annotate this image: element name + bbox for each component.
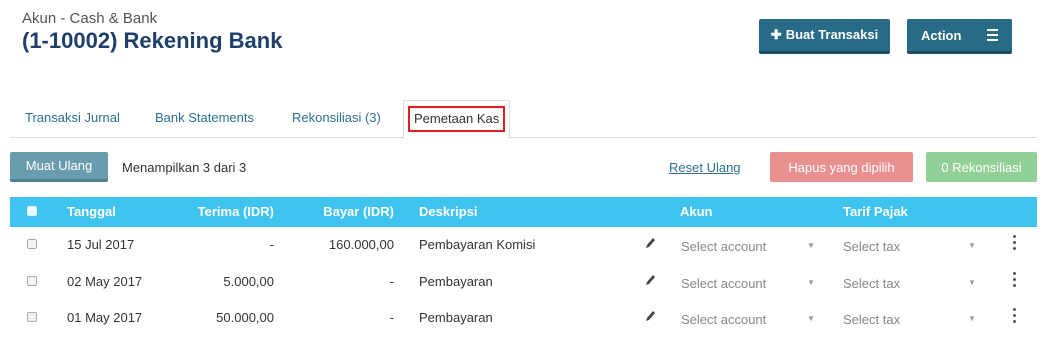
column-header-account: Akun xyxy=(680,204,713,219)
column-header-date: Tanggal xyxy=(67,204,116,219)
pencil-icon[interactable] xyxy=(644,309,656,323)
pencil-icon[interactable] xyxy=(644,236,656,250)
row-date: 01 May 2017 xyxy=(67,310,143,325)
page-title: (1-10002) Rekening Bank xyxy=(22,28,283,53)
table-row: 01 May 2017 50.000,00 - Pembayaran Selec… xyxy=(10,300,1037,336)
reconcile-button[interactable]: 0 Rekonsiliasi xyxy=(926,152,1037,182)
row-receive: - xyxy=(269,237,274,252)
row-description: Pembayaran Komisi xyxy=(419,237,536,252)
row-receive: 50.000,00 xyxy=(216,310,274,325)
account-select[interactable]: Select account xyxy=(681,312,766,327)
caret-down-icon: ▼ xyxy=(807,314,815,323)
row-description: Pembayaran xyxy=(419,274,493,289)
column-header-description: Deskripsi xyxy=(419,204,478,219)
row-checkbox[interactable] xyxy=(27,276,37,286)
table-row: 15 Jul 2017 - 160.000,00 Pembayaran Komi… xyxy=(10,227,1037,263)
page-subtitle: Akun - Cash & Bank xyxy=(22,10,158,27)
kebab-menu-icon[interactable] xyxy=(1013,235,1017,253)
row-checkbox[interactable] xyxy=(27,312,37,322)
tab-rekonsiliasi[interactable]: Rekonsiliasi (3) xyxy=(292,100,381,138)
caret-down-icon: ▼ xyxy=(968,241,976,250)
tab-bank-statements[interactable]: Bank Statements xyxy=(155,100,254,138)
plus-icon: ✚ xyxy=(770,27,782,42)
select-all-checkbox[interactable] xyxy=(27,206,37,216)
tax-select[interactable]: Select tax xyxy=(843,276,900,291)
tax-select[interactable]: Select tax xyxy=(843,312,900,327)
row-pay: - xyxy=(389,274,394,289)
kebab-menu-icon[interactable] xyxy=(1013,272,1017,290)
tax-select[interactable]: Select tax xyxy=(843,239,900,254)
tab-pemetaan-kas[interactable]: Pemetaan Kas xyxy=(403,100,511,139)
caret-down-icon: ▼ xyxy=(968,314,976,323)
row-date: 02 May 2017 xyxy=(67,274,143,289)
column-header-tax: Tarif Pajak xyxy=(843,204,908,219)
column-header-pay: Bayar (IDR) xyxy=(323,204,394,219)
kebab-menu-icon[interactable] xyxy=(1013,308,1017,326)
tab-transaksi-jurnal[interactable]: Transaksi Jurnal xyxy=(25,100,120,138)
tab-bar: Transaksi Jurnal Bank Statements Rekonsi… xyxy=(10,100,1037,139)
reset-link[interactable]: Reset Ulang xyxy=(669,160,741,175)
account-select[interactable]: Select account xyxy=(681,276,766,291)
caret-down-icon: ▼ xyxy=(807,241,815,250)
create-transaction-button[interactable]: ✚ Buat Transaksi xyxy=(759,19,890,54)
delete-selected-button[interactable]: Hapus yang dipilih xyxy=(770,152,913,182)
caret-down-icon: ▼ xyxy=(807,278,815,287)
pencil-icon[interactable] xyxy=(644,273,656,287)
showing-count: Menampilkan 3 dari 3 xyxy=(122,160,247,175)
action-label: Action xyxy=(921,27,962,43)
row-pay: 160.000,00 xyxy=(328,237,394,252)
row-description: Pembayaran xyxy=(419,310,493,325)
row-pay: - xyxy=(389,310,394,325)
action-button[interactable]: Action xyxy=(907,19,1012,54)
column-header-receive: Terima (IDR) xyxy=(197,204,274,219)
table-header: Tanggal Terima (IDR) Bayar (IDR) Deskrip… xyxy=(10,197,1037,227)
row-date: 15 Jul 2017 xyxy=(67,237,135,252)
create-transaction-label: Buat Transaksi xyxy=(785,27,879,42)
table-row: 02 May 2017 5.000,00 - Pembayaran Select… xyxy=(10,264,1037,300)
reload-button[interactable]: Muat Ulang xyxy=(10,152,108,182)
row-checkbox[interactable] xyxy=(27,239,37,249)
hamburger-menu-icon xyxy=(987,29,998,44)
tab-pemetaan-kas-label: Pemetaan Kas xyxy=(408,106,506,132)
account-select[interactable]: Select account xyxy=(681,239,766,254)
row-receive: 5.000,00 xyxy=(223,274,274,289)
caret-down-icon: ▼ xyxy=(968,278,976,287)
